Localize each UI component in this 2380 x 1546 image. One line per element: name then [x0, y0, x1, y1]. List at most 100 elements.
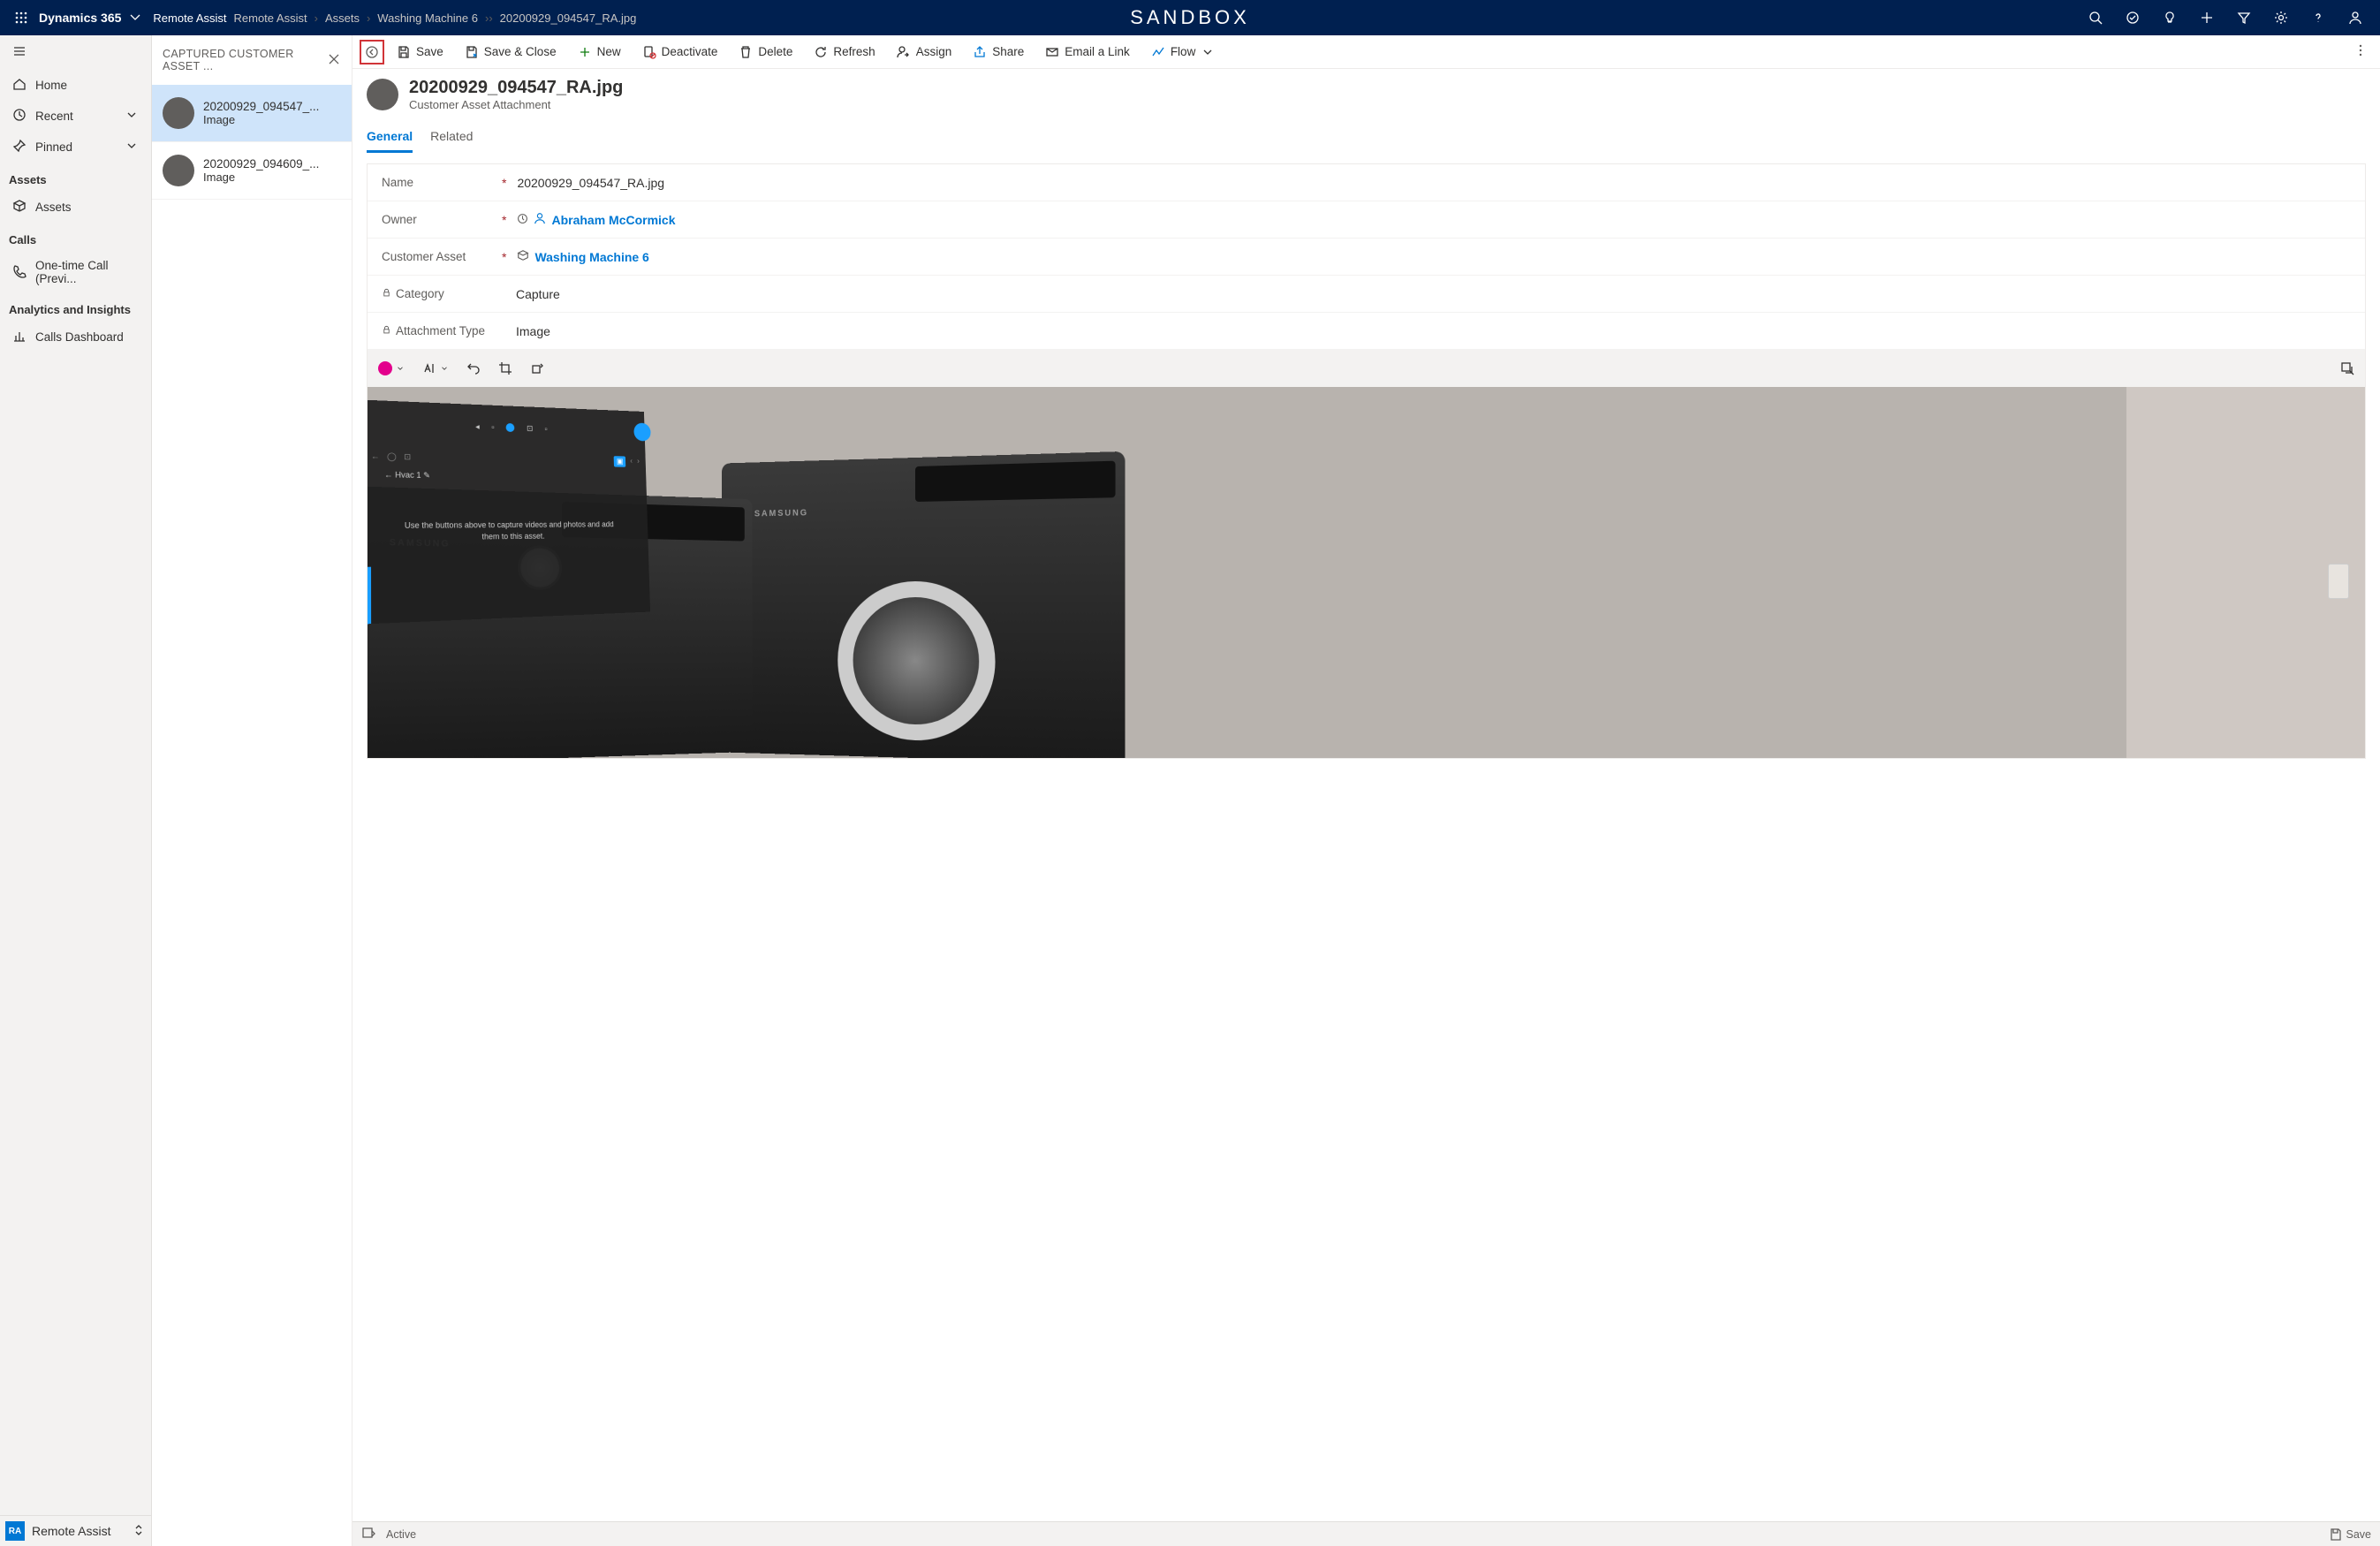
name-label: Name — [382, 176, 413, 189]
section-assets: Assets — [0, 163, 151, 192]
attachment-type-label: Attachment Type — [396, 324, 485, 337]
expand-icon[interactable] — [2340, 361, 2354, 375]
email-link-button[interactable]: Email a Link — [1036, 35, 1139, 68]
save-button[interactable]: Save — [388, 35, 452, 68]
image-editor: SAMSUNG SAMSUNG ◂▫⊡▫ ←◯⊡▣‹› ← Hv — [368, 350, 2365, 758]
back-button-highlighted[interactable] — [360, 40, 384, 64]
crumb-4[interactable]: 20200929_094547_RA.jpg — [500, 11, 637, 25]
hololens-hud: ◂▫⊡▫ ←◯⊡▣‹› ← Hvac 1 ✎ Use the buttons a… — [368, 400, 650, 625]
owner-value[interactable]: Abraham McCormick — [551, 213, 675, 227]
app-chevron-icon[interactable] — [128, 10, 142, 27]
asset-icon — [517, 249, 529, 264]
top-nav: Dynamics 365 Remote Assist Remote Assist… — [0, 0, 2380, 35]
field-name[interactable]: Name * 20200929_094547_RA.jpg — [368, 164, 2365, 201]
nav-recent[interactable]: Recent — [0, 101, 151, 132]
tab-related[interactable]: Related — [430, 122, 473, 153]
record-header: 20200929_094547_RA.jpg Customer Asset At… — [352, 69, 2380, 153]
help-icon[interactable] — [2300, 0, 2336, 35]
list-item-sub: Image — [203, 113, 319, 126]
save-close-button[interactable]: Save & Close — [456, 35, 565, 68]
save-label: Save — [416, 45, 443, 58]
footer-save-button[interactable]: Save — [2329, 1527, 2372, 1542]
chevron-down-icon — [125, 108, 139, 125]
field-attachment-type: Attachment Type Image — [368, 313, 2365, 350]
new-button[interactable]: New — [569, 35, 630, 68]
form-area: Name * 20200929_094547_RA.jpg Owner * Ab… — [352, 153, 2380, 1546]
delete-button[interactable]: Delete — [730, 35, 801, 68]
crumb-3[interactable]: Washing Machine 6 — [377, 11, 478, 25]
owner-label: Owner — [382, 213, 417, 226]
nav-calls-dashboard[interactable]: Calls Dashboard — [0, 322, 151, 352]
required-icon: * — [502, 213, 506, 227]
person-icon — [534, 212, 546, 227]
app-launcher-icon[interactable] — [7, 11, 35, 25]
nav-assets-label: Assets — [35, 201, 72, 214]
nav-assets[interactable]: Assets — [0, 192, 151, 223]
list-item-title: 20200929_094609_... — [203, 157, 319, 171]
field-owner[interactable]: Owner * Abraham McCormick — [368, 201, 2365, 239]
rotate-tool[interactable] — [530, 361, 544, 375]
chart-icon — [12, 329, 27, 345]
task-icon[interactable] — [2115, 0, 2150, 35]
assets-icon — [12, 199, 27, 216]
gear-icon[interactable] — [2263, 0, 2299, 35]
assign-label: Assign — [916, 45, 952, 58]
chevron-right-icon: › — [315, 11, 318, 25]
close-icon[interactable] — [327, 52, 341, 69]
chevron-right-icon: › — [367, 11, 370, 25]
crumb-1[interactable]: Remote Assist — [234, 11, 307, 25]
hamburger-icon[interactable] — [0, 35, 151, 70]
refresh-label: Refresh — [833, 45, 875, 58]
pin-icon — [12, 139, 27, 155]
nav-home[interactable]: Home — [0, 70, 151, 101]
app-name: Dynamics 365 — [39, 11, 121, 25]
record-subtitle: Customer Asset Attachment — [409, 98, 623, 111]
hud-text: Use the buttons above to capture videos … — [401, 519, 617, 543]
email-link-label: Email a Link — [1065, 45, 1130, 58]
color-dot-icon — [378, 361, 392, 375]
refresh-button[interactable]: Refresh — [805, 35, 883, 68]
share-label: Share — [992, 45, 1024, 58]
search-icon[interactable] — [2078, 0, 2113, 35]
assign-button[interactable]: Assign — [888, 35, 961, 68]
nav-pinned[interactable]: Pinned — [0, 132, 151, 163]
more-icon[interactable] — [2345, 43, 2376, 60]
highlighter-tool[interactable] — [422, 361, 449, 375]
list-item-title: 20200929_094547_... — [203, 100, 319, 113]
lightbulb-icon[interactable] — [2152, 0, 2187, 35]
crop-tool[interactable] — [498, 361, 512, 375]
category-label: Category — [396, 287, 444, 300]
customer-asset-value[interactable]: Washing Machine 6 — [534, 250, 648, 264]
list-item-sub: Image — [203, 171, 319, 184]
color-picker[interactable] — [378, 361, 405, 375]
list-header-title: CAPTURED CUSTOMER ASSET ... — [163, 48, 327, 72]
list-item-thumb — [163, 155, 194, 186]
deactivate-button[interactable]: Deactivate — [633, 35, 727, 68]
delete-label: Delete — [758, 45, 792, 58]
flow-button[interactable]: Flow — [1142, 35, 1224, 68]
crumb-0[interactable]: Remote Assist — [153, 11, 226, 25]
crumb-2[interactable]: Assets — [325, 11, 360, 25]
list-item[interactable]: 20200929_094609_... Image — [152, 142, 352, 200]
user-icon[interactable] — [2338, 0, 2373, 35]
tab-general[interactable]: General — [367, 122, 413, 153]
home-icon — [12, 77, 27, 94]
app-switcher[interactable]: RA Remote Assist — [0, 1515, 151, 1546]
brand-label: SAMSUNG — [754, 508, 808, 519]
status-icon[interactable] — [361, 1526, 375, 1542]
filter-icon[interactable] — [2226, 0, 2262, 35]
share-button[interactable]: Share — [964, 35, 1033, 68]
phone-icon — [12, 264, 27, 281]
record-title: 20200929_094547_RA.jpg — [409, 78, 623, 98]
nav-recent-label: Recent — [35, 110, 73, 123]
new-label: New — [597, 45, 621, 58]
nav-onetime-call[interactable]: One-time Call (Previ... — [0, 252, 151, 292]
attachment-image[interactable]: SAMSUNG SAMSUNG ◂▫⊡▫ ←◯⊡▣‹› ← Hv — [368, 387, 2365, 758]
name-value: 20200929_094547_RA.jpg — [517, 176, 664, 190]
field-customer-asset[interactable]: Customer Asset * Washing Machine 6 — [368, 239, 2365, 276]
undo-tool[interactable] — [466, 361, 481, 375]
plus-icon[interactable] — [2189, 0, 2225, 35]
clock-icon — [12, 108, 27, 125]
image-toolbar — [368, 350, 2365, 387]
list-item[interactable]: 20200929_094547_... Image — [152, 85, 352, 142]
